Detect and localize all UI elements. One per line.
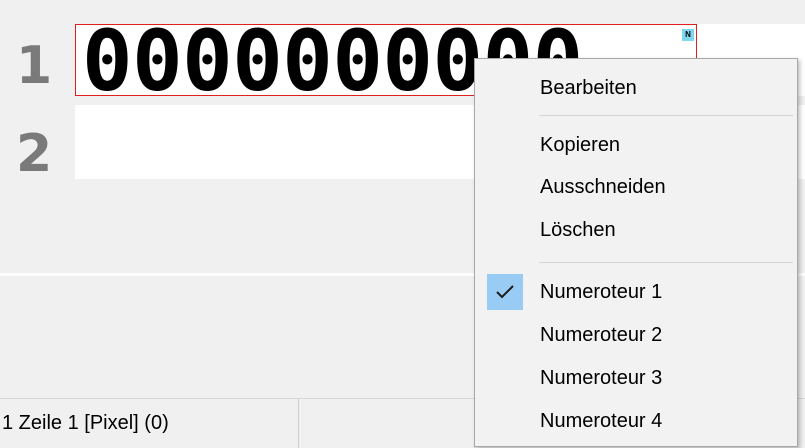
menu-item-numerator-1[interactable]: Numeroteur 1 (475, 272, 797, 312)
menu-item-label: Löschen (540, 219, 616, 241)
menu-item-label: Bearbeiten (540, 77, 637, 99)
status-cell-position: 1 Zeile 1 [Pixel] (0) (0, 399, 299, 448)
context-menu: Bearbeiten Kopieren Ausschneiden Löschen… (474, 58, 798, 447)
menu-item-numerator-3[interactable]: Numeroteur 3 (475, 358, 797, 398)
line-number-1: 1 (16, 36, 53, 96)
checked-highlight (487, 274, 523, 310)
menu-item-label: Numeroteur 1 (540, 281, 663, 303)
menu-item-numerator-4[interactable]: Numeroteur 4 (475, 401, 797, 441)
checkmark-icon (496, 285, 514, 299)
menu-separator (539, 262, 793, 263)
menu-separator (539, 115, 793, 116)
menu-item-cut[interactable]: Ausschneiden (475, 167, 797, 207)
menu-item-delete[interactable]: Löschen (475, 210, 797, 250)
menu-item-numerator-2[interactable]: Numeroteur 2 (475, 315, 797, 355)
menu-item-label: Kopieren (540, 134, 621, 156)
menu-item-label: Numeroteur 4 (540, 410, 663, 432)
numerator-marker: N (682, 29, 694, 41)
menu-item-label: Ausschneiden (540, 176, 666, 198)
menu-item-label: Numeroteur 2 (540, 324, 663, 346)
menu-item-copy[interactable]: Kopieren (475, 125, 797, 165)
menu-item-edit[interactable]: Bearbeiten (475, 68, 797, 108)
status-cell-2 (298, 399, 475, 448)
menu-item-label: Numeroteur 3 (540, 367, 663, 389)
line-number-2: 2 (16, 124, 53, 184)
